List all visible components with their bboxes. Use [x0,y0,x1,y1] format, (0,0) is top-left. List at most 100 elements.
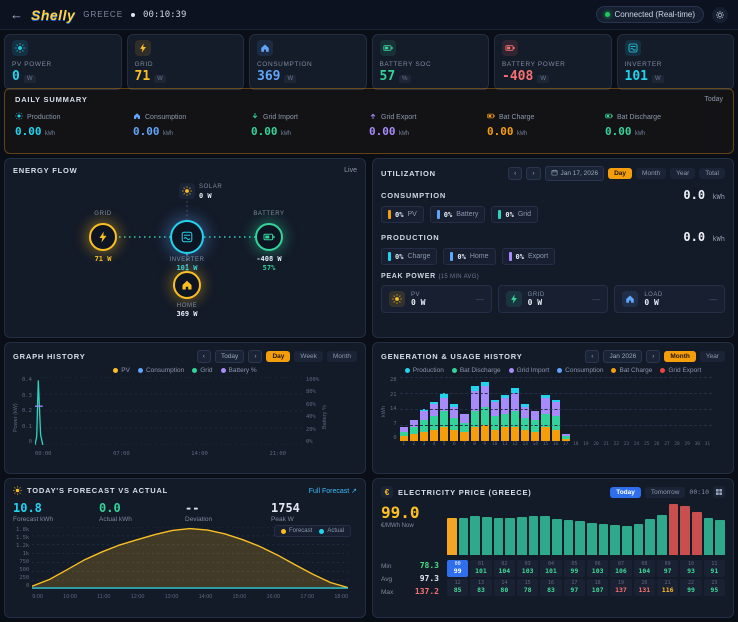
peak-tile-pv[interactable]: PV0 W— [381,285,492,313]
price-hour-cell-17[interactable]: 1797 [564,579,585,596]
price-hour-cell-13[interactable]: 1383 [470,579,491,596]
price-hour-cell-15[interactable]: 1578 [517,579,538,596]
peak-tile-grid[interactable]: GRID0 W— [498,285,609,313]
generation-bar-day-17[interactable] [562,434,570,441]
price-bar-11[interactable] [575,521,585,555]
price-bar-05[interactable] [505,518,515,555]
price-bar-23[interactable] [715,520,725,555]
price-bar-00[interactable] [447,518,457,555]
price-hour-cell-10[interactable]: 1093 [680,560,701,577]
date-picker[interactable]: Jan 17, 2026 [545,166,605,181]
generation-bar-day-2[interactable] [410,420,418,441]
graph-tab-day[interactable]: Day [266,351,290,362]
graph-tab-month[interactable]: Month [327,351,357,362]
price-bar-20[interactable] [680,506,690,555]
price-hour-cell-11[interactable]: 1191 [704,560,725,577]
price-bar-13[interactable] [599,524,609,555]
settings-gear-icon[interactable] [712,7,728,23]
prev-day-button[interactable]: ‹ [508,167,522,180]
generation-bar-day-12[interactable] [511,388,519,441]
price-hour-cell-16[interactable]: 1683 [540,579,561,596]
grid-node[interactable] [89,223,117,251]
inverter-node[interactable] [170,220,204,254]
price-bar-06[interactable] [517,517,527,555]
gen-next-button[interactable]: › [646,350,660,363]
price-settings-icon[interactable] [713,486,725,498]
price-hour-cell-14[interactable]: 1480 [494,579,515,596]
graph-prev-button[interactable]: ‹ [197,350,211,363]
price-hour-cell-18[interactable]: 18107 [587,579,608,596]
price-hour-cell-21[interactable]: 21116 [657,579,678,596]
gen-nav-label[interactable]: Jan 2026 [603,350,642,363]
generation-bar-day-15[interactable] [541,395,549,441]
gen-tab-month[interactable]: Month [664,351,696,362]
tab-month[interactable]: Month [636,168,666,179]
price-hour-cell-22[interactable]: 2299 [680,579,701,596]
price-tab-tomorrow[interactable]: Tomorrow [645,487,686,498]
generation-bar-day-14[interactable] [531,411,539,441]
price-bar-19[interactable] [669,504,679,555]
tab-total[interactable]: Total [699,168,725,179]
price-bar-17[interactable] [645,519,655,555]
generation-bar-day-10[interactable] [491,400,499,441]
price-bar-01[interactable] [459,518,469,556]
price-bar-03[interactable] [482,517,492,555]
price-bar-18[interactable] [657,515,667,555]
price-hour-cell-04[interactable]: 04101 [540,560,561,577]
price-bar-14[interactable] [610,525,620,555]
price-bar-02[interactable] [470,516,480,555]
price-hour-cell-12[interactable]: 1285 [447,579,468,596]
price-bar-15[interactable] [622,526,632,555]
price-hour-cell-07[interactable]: 07106 [610,560,631,577]
price-tab-today[interactable]: Today [610,487,641,498]
generation-bar-day-9[interactable] [481,382,489,441]
daily-summary-period[interactable]: Today [704,96,723,103]
price-hour-cell-03[interactable]: 03103 [517,560,538,577]
stat-card[interactable]: PV POWER0W [4,34,122,90]
price-bar-04[interactable] [494,518,504,556]
stat-card[interactable]: CONSUMPTION369W [249,34,367,90]
battery-node[interactable] [255,223,283,251]
price-hour-cell-01[interactable]: 01101 [470,560,491,577]
graph-next-button[interactable]: › [248,350,262,363]
stat-card[interactable]: INVERTER101W [617,34,735,90]
stat-card[interactable]: BATTERY SOC57% [372,34,490,90]
next-day-button[interactable]: › [526,167,540,180]
home-node[interactable] [173,271,201,299]
stat-card[interactable]: GRID71W [127,34,245,90]
generation-bar-day-5[interactable] [440,393,448,441]
price-bar-07[interactable] [529,516,539,555]
generation-bar-day-4[interactable] [430,402,438,441]
price-hour-cell-02[interactable]: 02104 [494,560,515,577]
generation-bar-day-8[interactable] [471,386,479,441]
generation-bar-day-11[interactable] [501,395,509,441]
price-bar-16[interactable] [634,524,644,555]
gen-prev-button[interactable]: ‹ [585,350,599,363]
price-hour-cell-09[interactable]: 0997 [657,560,678,577]
generation-bar-day-1[interactable] [400,427,408,441]
tab-day[interactable]: Day [608,168,632,179]
price-hour-cell-23[interactable]: 2395 [704,579,725,596]
full-forecast-link[interactable]: Full Forecast ↗ [309,487,357,495]
tab-year[interactable]: Year [670,168,695,179]
price-bar-22[interactable] [704,518,714,555]
price-bar-10[interactable] [564,520,574,555]
back-button[interactable]: ← [10,7,23,22]
price-bar-21[interactable] [692,512,702,555]
price-bar-12[interactable] [587,523,597,555]
peak-tile-load[interactable]: LOAD0 W— [614,285,725,313]
price-hour-cell-05[interactable]: 0599 [564,560,585,577]
gen-tab-year[interactable]: Year [700,351,725,362]
price-hour-cell-19[interactable]: 19137 [610,579,631,596]
generation-bar-day-16[interactable] [552,400,560,441]
price-hour-cell-06[interactable]: 06103 [587,560,608,577]
price-bar-09[interactable] [552,519,562,555]
price-bar-08[interactable] [540,516,550,555]
connection-status-badge[interactable]: Connected (Real-time) [596,6,704,23]
generation-bar-day-7[interactable] [460,414,468,441]
stat-card[interactable]: BATTERY POWER-408W [494,34,612,90]
price-hour-cell-20[interactable]: 20131 [634,579,655,596]
price-hour-cell-00[interactable]: 0099 [447,560,468,577]
graph-tab-week[interactable]: Week [294,351,323,362]
price-hour-cell-08[interactable]: 08104 [634,560,655,577]
